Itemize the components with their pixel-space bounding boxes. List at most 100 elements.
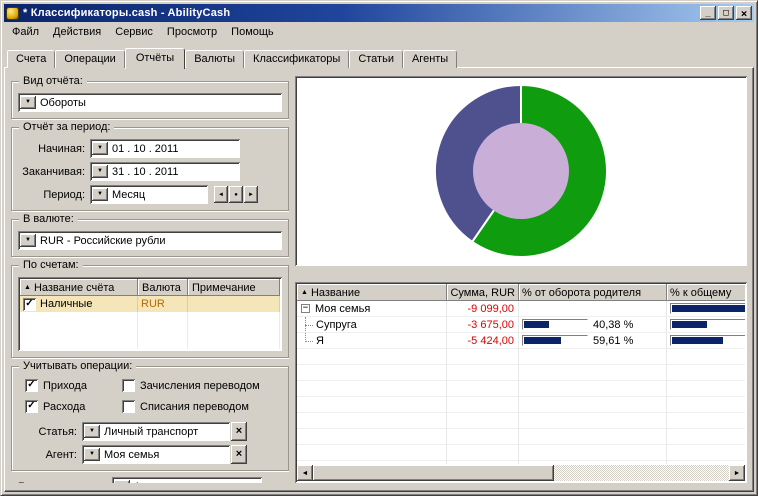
transfer-in-checkbox-item[interactable]: Зачисления переводом — [122, 379, 282, 392]
dropdown-icon[interactable]: ▼ — [92, 165, 108, 178]
report-col-name[interactable]: ▲ Название — [297, 284, 447, 301]
date-end-field[interactable]: ▼ 31 . 10 . 2011 — [90, 162, 240, 181]
agent-label: Агент: — [18, 449, 82, 461]
transfer-in-checkbox[interactable] — [122, 379, 135, 392]
accounts-col-note[interactable]: Примечание — [188, 279, 280, 296]
agent-clear-button[interactable]: × — [231, 445, 247, 464]
minimize-button[interactable]: _ — [700, 6, 716, 20]
horizontal-scrollbar[interactable]: ◄ ► — [297, 465, 745, 481]
dropdown-icon[interactable]: ▼ — [84, 448, 100, 461]
income-checkbox-item[interactable]: ✓ Прихода — [25, 379, 122, 392]
report-col-name-label: Название — [311, 287, 360, 299]
reports-tab-page: Вид отчёта: ▼ Обороты Отчёт за период: Н… — [4, 67, 754, 492]
total-pct-bar-fill — [672, 305, 745, 312]
parent-pct-value: 59,61 % — [593, 335, 633, 347]
menu-item-service[interactable]: Сервис — [108, 23, 160, 41]
report-type-combo[interactable]: ▼ Обороты — [18, 93, 282, 112]
report-cell-amount: -5 424,00 — [447, 333, 519, 349]
report-cell-parent-pct: 59,61 % — [519, 333, 667, 349]
report-table-header: ▲ Название Сумма, RUR % от оборота родит… — [297, 284, 745, 301]
total-pct-bar — [670, 303, 745, 314]
tab-articles[interactable]: Статьи — [349, 50, 403, 68]
expense-checkbox-label[interactable]: Расхода — [43, 401, 85, 413]
parent-pct-bar — [522, 335, 588, 346]
menu-item-file[interactable]: Файл — [5, 23, 46, 41]
expand-toggle-icon[interactable]: − — [301, 304, 310, 313]
report-row[interactable]: Супруга-3 675,0040,38 % — [297, 317, 745, 333]
report-col-parent-pct[interactable]: % от оборота родителя — [519, 284, 667, 301]
total-pct-bar-fill — [672, 337, 723, 344]
account-row-name-cell: ✓ Наличные — [20, 296, 138, 312]
dropdown-icon[interactable]: ▼ — [92, 188, 108, 201]
group-by-combo[interactable]: ▼ Агент — [112, 477, 262, 483]
period-combo[interactable]: ▼ Месяц — [90, 185, 208, 204]
group-by-value: Агент — [130, 481, 260, 484]
close-button[interactable]: × — [736, 6, 752, 20]
tab-reports[interactable]: Отчёты — [125, 48, 185, 69]
group-currency: В валюте: ▼ RUR - Российские рубли — [11, 219, 289, 257]
income-checkbox[interactable]: ✓ — [25, 379, 38, 392]
scroll-left-button[interactable]: ◄ — [297, 465, 313, 481]
report-table-panel: ▲ Название Сумма, RUR % от оборота родит… — [295, 282, 747, 483]
accounts-table: ▲ Название счёта Валюта Примечание ✓ — [18, 277, 282, 351]
report-row[interactable]: −Моя семья-9 099,00 — [297, 301, 745, 317]
date-start-field[interactable]: ▼ 01 . 10 . 2011 — [90, 139, 240, 158]
tab-agents[interactable]: Агенты — [403, 50, 457, 68]
scrollbar-thumb[interactable] — [313, 465, 554, 481]
period-prev-button[interactable]: ◄ — [214, 186, 228, 203]
article-combo[interactable]: ▼ Личный транспорт — [82, 422, 230, 441]
accounts-col-currency[interactable]: Валюта — [138, 279, 188, 296]
report-row[interactable]: Я-5 424,0059,61 % — [297, 333, 745, 349]
period-next-button[interactable]: ► — [244, 186, 258, 203]
tab-classifiers[interactable]: Классификаторы — [244, 50, 349, 68]
donut-chart — [301, 81, 741, 261]
accounts-col-currency-label: Валюта — [142, 282, 181, 294]
transfer-out-checkbox[interactable] — [122, 400, 135, 413]
report-cell-total-pct — [667, 333, 745, 349]
group-report-type: Вид отчёта: ▼ Обороты — [11, 81, 289, 119]
dropdown-icon[interactable]: ▼ — [20, 234, 36, 247]
report-row-name: Супруга — [316, 319, 357, 331]
report-cell-parent-pct — [519, 301, 667, 317]
dropdown-icon[interactable]: ▼ — [92, 142, 108, 155]
maximize-button[interactable]: □ — [718, 6, 734, 20]
agent-combo[interactable]: ▼ Моя семья — [82, 445, 230, 464]
report-col-amount-label: Сумма, RUR — [450, 287, 515, 299]
tab-operations[interactable]: Операции — [55, 50, 124, 68]
titlebar[interactable]: * Классификаторы.cash - AbilityCash _ □ … — [4, 4, 754, 22]
currency-value: RUR - Российские рубли — [36, 235, 280, 247]
scroll-right-button[interactable]: ► — [729, 465, 745, 481]
expense-checkbox-item[interactable]: ✓ Расхода — [25, 400, 122, 413]
article-clear-button[interactable]: × — [231, 422, 247, 441]
menu-item-actions[interactable]: Действия — [46, 23, 108, 41]
dropdown-icon[interactable]: ▼ — [114, 480, 130, 483]
menu-item-help[interactable]: Помощь — [224, 23, 281, 41]
report-col-total-pct[interactable]: % к общему — [667, 284, 745, 301]
transfer-out-checkbox-item[interactable]: Списания переводом — [122, 400, 282, 413]
sort-asc-icon: ▲ — [24, 283, 31, 292]
report-cell-amount: -9 099,00 — [447, 301, 519, 317]
menu-item-view[interactable]: Просмотр — [160, 23, 224, 41]
tab-accounts[interactable]: Счета — [7, 50, 55, 68]
accounts-col-name[interactable]: ▲ Название счёта — [20, 279, 138, 296]
dropdown-icon[interactable]: ▼ — [84, 425, 100, 438]
scrollbar-track[interactable] — [313, 465, 729, 481]
report-cell-total-pct — [667, 301, 745, 317]
income-checkbox-label[interactable]: Прихода — [43, 380, 87, 392]
report-empty-row — [297, 365, 745, 381]
transfer-in-checkbox-label[interactable]: Зачисления переводом — [140, 380, 260, 392]
period-current-button[interactable]: ● — [229, 186, 243, 203]
date-start-value: 01 . 10 . 2011 — [108, 143, 238, 155]
account-row-checkbox[interactable]: ✓ — [23, 298, 36, 311]
currency-combo[interactable]: ▼ RUR - Российские рубли — [18, 231, 282, 250]
tree-connector-icon — [297, 333, 316, 349]
group-operations-label: Учитывать операции: — [19, 360, 136, 372]
dropdown-icon[interactable]: ▼ — [20, 96, 36, 109]
date-end-value: 31 . 10 . 2011 — [108, 166, 238, 178]
transfer-out-checkbox-label[interactable]: Списания переводом — [140, 401, 249, 413]
expense-checkbox[interactable]: ✓ — [25, 400, 38, 413]
report-col-amount[interactable]: Сумма, RUR — [447, 284, 519, 301]
tab-currencies[interactable]: Валюты — [185, 50, 244, 68]
account-row[interactable]: ✓ Наличные RUR — [20, 296, 280, 312]
report-empty-row — [297, 397, 745, 413]
